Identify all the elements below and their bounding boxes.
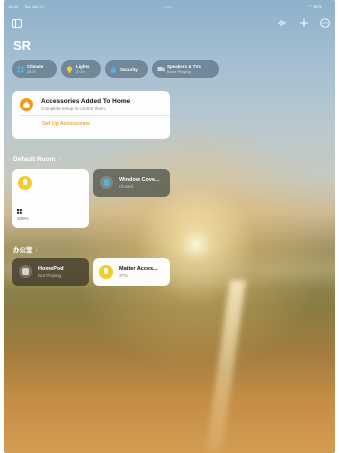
- climate-icon: [17, 66, 24, 73]
- accessories-added-banner: Accessories Added To Home Complete setup…: [12, 91, 170, 139]
- light-tile[interactable]: 100%: [12, 169, 89, 228]
- lock-icon: [110, 65, 117, 73]
- chevron-right-icon: ›: [35, 247, 38, 254]
- matter-accessory-status: 37%: [119, 273, 129, 278]
- status-right: ◠ 80%: [308, 4, 322, 9]
- wifi-icon: ◠: [308, 4, 312, 9]
- sidebar-toggle-button[interactable]: [12, 19, 22, 28]
- multitasking-dots[interactable]: •••: [165, 4, 172, 9]
- window-covering-name: Window Cove...: [119, 177, 160, 183]
- banner-subtitle: Complete setup to control them.: [41, 106, 107, 111]
- chip-climate-value: 28.5°: [27, 69, 37, 74]
- chip-lights-value: 2 On: [76, 69, 85, 74]
- chevron-right-icon: ›: [58, 156, 61, 163]
- chip-lights[interactable]: Lights 2 On: [61, 60, 101, 78]
- more-button[interactable]: [320, 18, 330, 28]
- set-up-accessories-link[interactable]: Set Up Accessories: [42, 121, 90, 127]
- section-office-label: 办公室: [13, 247, 33, 254]
- light-brightness: 100%: [17, 216, 29, 221]
- homepod-status: Not Playing: [38, 273, 62, 278]
- more-icon: [320, 18, 330, 28]
- chip-speakers-tvs[interactable]: Speakers & TVs None Playing: [152, 60, 219, 78]
- homepod-name: HomePod: [38, 266, 64, 272]
- window-covering-icon: [100, 176, 113, 189]
- window-covering-status: Closed: [119, 184, 134, 189]
- chip-speakers-value: None Playing: [167, 69, 191, 74]
- accessory-group-icon: [17, 209, 22, 214]
- waveform-icon: [278, 20, 286, 26]
- banner-title: Accessories Added To Home: [41, 98, 131, 105]
- bulb-icon: [99, 265, 113, 279]
- speaker-tv-icon: [157, 66, 165, 73]
- battery-percent: 80%: [313, 4, 322, 9]
- bulb-icon: [18, 176, 32, 190]
- status-time: 16:33: [8, 4, 19, 9]
- voice-control-button[interactable]: [277, 18, 287, 28]
- chip-security-label: Security: [120, 66, 138, 72]
- matter-accessory-name: Matter Acces...: [119, 266, 158, 272]
- plus-icon: [300, 19, 308, 27]
- sidebar-icon: [12, 19, 22, 28]
- homepod-icon: [19, 265, 32, 278]
- chip-climate[interactable]: Climate 28.5°: [12, 60, 57, 78]
- banner-divider: [20, 115, 170, 116]
- section-default-room-label: Default Room: [13, 156, 56, 163]
- window-covering-tile[interactable]: Window Cove... Closed: [93, 169, 170, 197]
- matter-accessory-tile[interactable]: Matter Acces... 37%: [93, 258, 170, 286]
- lightbulb-icon: [66, 65, 73, 73]
- home-icon: [20, 98, 33, 111]
- section-default-room[interactable]: Default Room ›: [13, 156, 60, 163]
- section-office[interactable]: 办公室 ›: [13, 244, 38, 254]
- chip-security[interactable]: Security: [105, 60, 148, 78]
- home-title[interactable]: SR: [13, 38, 31, 53]
- homepod-tile[interactable]: HomePod Not Playing: [12, 258, 89, 286]
- status-date: Tue Jun 27: [24, 4, 44, 9]
- add-button[interactable]: [299, 18, 309, 28]
